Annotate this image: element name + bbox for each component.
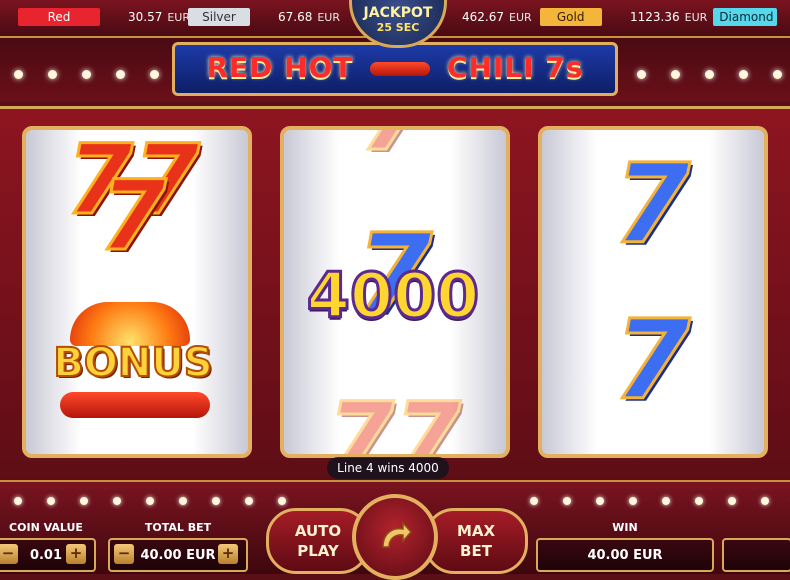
win-label: WIN xyxy=(612,521,638,534)
fire-seven-symbol-front: 7 xyxy=(98,159,168,274)
jackpot-red-label: Red xyxy=(18,8,100,26)
win-amount-overlay: 4000 xyxy=(305,259,481,332)
panel-lights-right xyxy=(530,497,790,505)
coin-value-plus-button[interactable]: + xyxy=(66,544,86,564)
marquee-lights-left xyxy=(14,70,193,82)
chili-icon xyxy=(60,392,210,418)
jackpot-diamond-currency: EUR xyxy=(684,10,708,24)
logo-text-part2: CHILI 7s xyxy=(446,51,584,84)
jackpot-silver-value: 67.68 xyxy=(278,10,313,24)
fire-seven-symbol-faded-top: 7 xyxy=(324,130,464,174)
jackpot-silver: Silver 67.68 EUR xyxy=(188,6,340,28)
chili-icon xyxy=(370,62,431,76)
jackpot-gold-label: Gold xyxy=(539,8,602,26)
line-win-message: Line 4 wins 4000 xyxy=(327,457,449,479)
jackpot-silver-label: Silver xyxy=(188,8,250,26)
jackpot-gold: 462.67 EUR Gold xyxy=(462,6,602,28)
win-value-text: 40.00 EUR xyxy=(587,547,663,563)
coin-value-text: 0.01 xyxy=(29,547,63,563)
jackpot-diamond-value: 1123.36 xyxy=(630,10,680,24)
total-bet-label: TOTAL BET xyxy=(144,521,212,534)
panel-lights-left xyxy=(14,497,286,505)
blue-seven-symbol: 7 xyxy=(612,295,692,426)
game-logo: RED HOT CHILI 7s xyxy=(172,42,618,96)
win-box: 40.00 EUR xyxy=(536,538,714,572)
reel-3: 7 7 xyxy=(538,126,768,458)
jackpot-gold-currency: EUR xyxy=(509,10,532,24)
auto-play-label: AUTO PLAY xyxy=(294,522,342,560)
fire-seven-symbol-faded-bottom: 77 xyxy=(326,381,463,458)
jackpot-diamond: 1123.36 EUR Diamond xyxy=(630,6,778,28)
coin-value-minus-button[interactable]: − xyxy=(0,544,18,564)
jackpot-silver-currency: EUR xyxy=(317,10,341,24)
max-bet-button[interactable]: MAX BET xyxy=(424,508,528,574)
reel-1: 77 7 BONUS xyxy=(22,126,252,458)
jackpot-red-value: 30.57 xyxy=(128,10,163,24)
jackpot-badge-title: JACKPOT xyxy=(363,5,433,21)
spin-arrow-icon xyxy=(382,521,413,548)
extra-panel-box xyxy=(722,538,790,572)
jackpot-red: Red 30.57 EUR xyxy=(18,6,190,28)
total-bet-plus-button[interactable]: + xyxy=(218,544,238,564)
jackpot-gold-value: 462.67 xyxy=(462,10,504,24)
total-bet-text: 40.00 EUR xyxy=(140,547,216,563)
coin-value-label: COIN VALUE xyxy=(9,521,83,534)
jackpot-diamond-label: Diamond xyxy=(713,8,778,26)
jackpot-red-currency: EUR xyxy=(167,10,191,24)
jackpot-badge-timer: 25 SEC xyxy=(376,21,420,34)
bonus-symbol: BONUS xyxy=(52,339,213,387)
spin-button[interactable] xyxy=(352,494,438,580)
max-bet-label: MAX BET xyxy=(456,522,496,560)
logo-text-part1: RED HOT xyxy=(206,51,354,84)
marquee-lights-right xyxy=(637,70,790,82)
blue-seven-symbol: 7 xyxy=(612,139,692,270)
total-bet-minus-button[interactable]: − xyxy=(114,544,134,564)
